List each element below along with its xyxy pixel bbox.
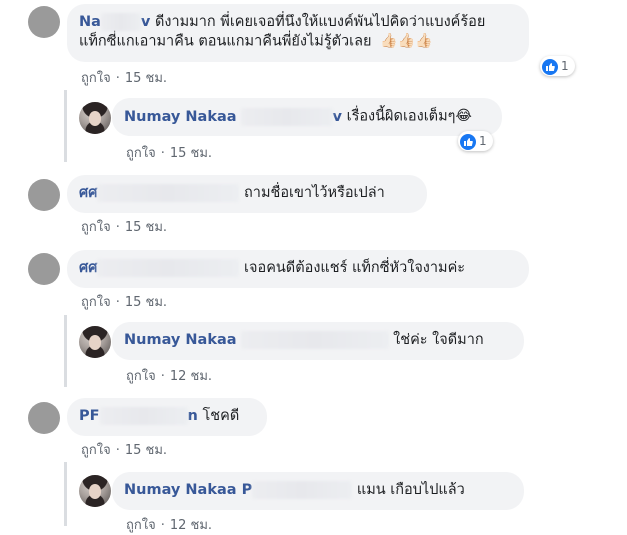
redacted-name [252, 481, 353, 499]
laughing-emoji: 😂 [455, 108, 472, 124]
separator: · [115, 443, 120, 458]
redacted-name [100, 13, 141, 31]
avatar[interactable] [28, 6, 60, 38]
thumbs-up-icon [542, 58, 558, 75]
comment-actions: ถูกใจ · 15 ชม. [126, 142, 212, 163]
timestamp[interactable]: 15 ชม. [125, 443, 167, 458]
like-link[interactable]: ถูกใจ [81, 443, 111, 458]
reaction-badge[interactable]: 1 [540, 56, 575, 76]
redacted-name [240, 331, 389, 349]
thumbs-up-icon [460, 133, 476, 150]
comment-text: ใช่ค่ะ ใจดีมาก [393, 332, 484, 348]
comment-bubble: PF n โชคดี [67, 398, 267, 436]
timestamp[interactable]: 15 ชม. [125, 295, 167, 310]
like-link[interactable]: ถูกใจ [81, 295, 111, 310]
timestamp[interactable]: 15 ชม. [125, 220, 167, 235]
reaction-badge[interactable]: 1 [458, 131, 493, 151]
avatar[interactable] [79, 475, 111, 507]
comment-bubble: Numay Nakaa P แมน เกือบไปแล้ว [112, 472, 524, 510]
comment-author[interactable]: Numay Nakaa [124, 331, 389, 349]
comment-text: ถามชื่อเขาไว้หรือเปล่า [244, 185, 385, 201]
comment-author[interactable]: Na v [79, 13, 150, 31]
avatar[interactable] [28, 402, 60, 434]
comment-text: เจอคนดีต้องแชร์ แท็กซี่หัวใจงามค่ะ [244, 260, 466, 276]
thread-line [64, 90, 67, 162]
avatar[interactable] [79, 102, 111, 134]
like-link[interactable]: ถูกใจ [126, 146, 156, 161]
comment-text: โชคดี [202, 408, 240, 424]
comment-actions: ถูกใจ · 15 ชม. [81, 67, 167, 88]
separator: · [115, 295, 120, 310]
like-link[interactable]: ถูกใจ [126, 369, 156, 384]
comment-bubble: Numay Nakaa ใช่ค่ะ ใจดีมาก [112, 322, 524, 360]
thread-line [64, 462, 67, 526]
comment-author[interactable]: ศศ [79, 184, 240, 202]
comment-author[interactable]: Numay Nakaa v [124, 107, 342, 126]
comment-actions: ถูกใจ · 12 ชม. [126, 514, 212, 535]
redacted-name [240, 107, 333, 126]
comment-text: ดีงามมาก พี่เคยเจอที่นึงให้แบงค์พันไปคิด… [154, 14, 486, 30]
comment-author[interactable]: Numay Nakaa P [124, 481, 353, 499]
comment-actions: ถูกใจ · 15 ชม. [81, 216, 167, 237]
reaction-count: 1 [561, 59, 569, 73]
thumbs-up-emoji: 👍🏻👍🏻👍🏻 [380, 33, 433, 49]
separator: · [160, 146, 165, 161]
comment-actions: ถูกใจ · 12 ชม. [126, 365, 212, 386]
separator: · [160, 369, 165, 384]
timestamp[interactable]: 15 ชม. [125, 71, 167, 86]
thread-line [64, 315, 67, 387]
redacted-name [97, 184, 240, 202]
reaction-count: 1 [479, 134, 487, 148]
avatar[interactable] [79, 326, 111, 358]
comment-author[interactable]: ศศ [79, 259, 240, 277]
comment-text: แมน เกือบไปแล้ว [356, 482, 465, 498]
comment-author[interactable]: PF n [79, 407, 198, 425]
timestamp[interactable]: 15 ชม. [170, 146, 212, 161]
avatar[interactable] [28, 253, 60, 285]
comment-text: เรื่องนี้ผิดเองเต็มๆ [346, 108, 456, 125]
like-link[interactable]: ถูกใจ [81, 220, 111, 235]
timestamp[interactable]: 12 ชม. [170, 369, 212, 384]
comment-bubble: Numay Nakaa v เรื่องนี้ผิดเองเต็มๆ😂 [112, 98, 502, 136]
like-link[interactable]: ถูกใจ [81, 71, 111, 86]
separator: · [115, 71, 120, 86]
comment-bubble: ศศ ถามชื่อเขาไว้หรือเปล่า [67, 175, 427, 213]
comment-text: แท็กซี่แกเอามาคืน ตอนแกมาคืนพี่ยังไม่รู้… [79, 33, 372, 50]
redacted-name [99, 407, 188, 425]
separator: · [115, 220, 120, 235]
comment-actions: ถูกใจ · 15 ชม. [81, 291, 167, 312]
comment-bubble: ศศ เจอคนดีต้องแชร์ แท็กซี่หัวใจงามค่ะ [67, 250, 529, 288]
redacted-name [97, 259, 240, 277]
comment-actions: ถูกใจ · 15 ชม. [81, 439, 167, 460]
avatar[interactable] [28, 179, 60, 211]
comment-bubble: Na v ดีงามมาก พี่เคยเจอที่นึงให้แบงค์พันไ… [67, 4, 529, 62]
